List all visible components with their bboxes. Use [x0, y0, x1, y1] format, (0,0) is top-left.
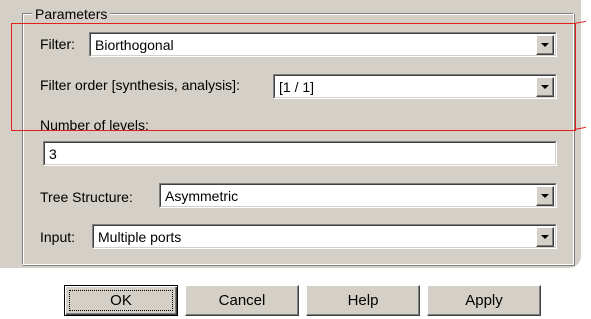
levels-input[interactable] — [48, 145, 552, 163]
input-select-value: Multiple ports — [98, 229, 182, 245]
input-dropdown-button[interactable] — [536, 227, 554, 247]
apply-button[interactable]: Apply — [427, 285, 541, 316]
tree-structure-dropdown-button[interactable] — [536, 186, 554, 206]
input-select[interactable]: Multiple ports — [92, 224, 557, 249]
input-label: Input: — [40, 229, 76, 245]
tree-structure-label: Tree Structure: — [40, 189, 133, 205]
levels-field[interactable] — [43, 141, 557, 166]
tree-structure-select-value: Asymmetric — [165, 188, 239, 204]
parameters-group-title: Parameters — [32, 6, 111, 22]
tree-structure-select[interactable]: Asymmetric — [159, 183, 557, 208]
help-button-label: Help — [347, 292, 379, 309]
cancel-button[interactable]: Cancel — [185, 285, 299, 316]
chevron-down-icon — [541, 235, 549, 239]
highlight-annotation-box — [11, 23, 576, 131]
cancel-button-label: Cancel — [218, 292, 266, 309]
help-button[interactable]: Help — [306, 285, 420, 316]
apply-button-label: Apply — [465, 292, 503, 309]
ok-button-label: OK — [110, 292, 132, 309]
chevron-down-icon — [541, 194, 549, 198]
ok-button[interactable]: OK — [64, 285, 178, 316]
